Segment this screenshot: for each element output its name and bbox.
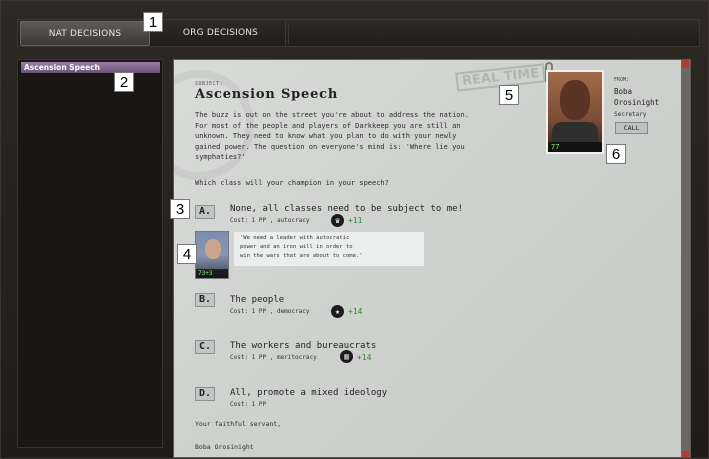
- tab-bar: NAT DECISIONS ORG DECISIONS: [17, 19, 700, 47]
- from-label: FROM:: [614, 77, 630, 83]
- letter-signature: Boba Orosinight: [195, 443, 254, 451]
- callout-badge-4: 4: [177, 244, 197, 264]
- option-c-title[interactable]: The workers and bureaucrats: [230, 341, 376, 351]
- letter-subject: Ascension Speech: [195, 87, 339, 102]
- letter-panel: REAL TIME SUBJECT: Ascension Speech The …: [173, 59, 691, 458]
- letter-scrollbar[interactable]: [681, 60, 690, 457]
- option-c-button[interactable]: C.: [195, 340, 215, 354]
- game-window: NAT DECISIONS ORG DECISIONS Ascension Sp…: [0, 0, 709, 459]
- sender-portrait[interactable]: 77: [546, 70, 604, 154]
- option-c-cost: Cost: 1 PP , meritocracy: [230, 354, 317, 361]
- scroll-up-handle[interactable]: [682, 60, 689, 68]
- letter-question: Which class will your champion in your s…: [195, 179, 389, 187]
- body-line: The buzz is out on the street you're abo…: [195, 111, 469, 119]
- option-a-cost: Cost: 1 PP , autocracy: [230, 217, 310, 224]
- option-b-button[interactable]: B.: [195, 293, 215, 307]
- option-a-gain: +11: [348, 216, 363, 225]
- advisor-portrait[interactable]: 73+3: [195, 231, 229, 279]
- quote-line: power and an iron will in order to: [240, 244, 353, 250]
- body-line: For most of the people and players of Da…: [195, 121, 461, 130]
- callout-badge-5: 5: [499, 85, 519, 105]
- advisor-quote: 'We need a leader with autocratic power …: [234, 232, 424, 266]
- letter-paper: REAL TIME SUBJECT: Ascension Speech The …: [174, 60, 684, 457]
- sender-stat: 77: [548, 142, 602, 152]
- body-line: symphaties?': [195, 153, 246, 161]
- callout-badge-2: 2: [114, 72, 134, 92]
- advisor-stat: 73+3: [196, 269, 228, 278]
- callout-badge-1: 1: [143, 12, 163, 32]
- tab-divider: [288, 23, 289, 44]
- body-line: unknown. They need to know what you plan…: [195, 132, 457, 140]
- list-item-ascension-speech[interactable]: Ascension Speech: [21, 62, 160, 73]
- callout-badge-3: 3: [170, 199, 190, 219]
- scroll-down-handle[interactable]: [682, 451, 689, 457]
- option-b-cost: Cost: 1 PP , democracy: [230, 308, 310, 315]
- sender-name-line: Orosinight: [614, 98, 660, 107]
- option-d-cost: Cost: 1 PP: [230, 401, 267, 408]
- sender-name: Boba Orosinight: [614, 86, 684, 108]
- option-a-title[interactable]: None, all classes need to be subject to …: [230, 204, 463, 214]
- quote-line: win the wars that are about to come.': [240, 253, 363, 259]
- option-c-gain: +14: [357, 353, 372, 362]
- option-b-gain: +14: [348, 307, 363, 316]
- sender-face: [560, 80, 590, 120]
- quote-line: 'We need a leader with autocratic: [240, 235, 350, 241]
- letter-body: The buzz is out on the street you're abo…: [195, 110, 525, 163]
- letter-closing: Your faithful servant,: [195, 420, 282, 428]
- tab-nat-decisions[interactable]: NAT DECISIONS: [20, 21, 150, 46]
- crown-icon: ♛: [331, 214, 344, 227]
- star-icon: ★: [331, 305, 344, 318]
- advisor-face: [205, 239, 221, 259]
- option-b-title[interactable]: The people: [230, 295, 284, 305]
- building-icon: ▥: [340, 350, 353, 363]
- call-button[interactable]: CALL: [615, 122, 648, 134]
- option-a-button[interactable]: A.: [195, 205, 215, 219]
- sender-name-line: Boba: [614, 87, 633, 96]
- callout-badge-6: 6: [606, 144, 626, 164]
- option-d-button[interactable]: D.: [195, 387, 215, 401]
- tab-org-decisions[interactable]: ORG DECISIONS: [156, 21, 286, 46]
- body-line: gained power. The question on everyone's…: [195, 142, 465, 151]
- sender-role: Secretary: [614, 111, 647, 118]
- option-d-title[interactable]: All, promote a mixed ideology: [230, 388, 387, 398]
- decision-list: Ascension Speech: [17, 59, 163, 448]
